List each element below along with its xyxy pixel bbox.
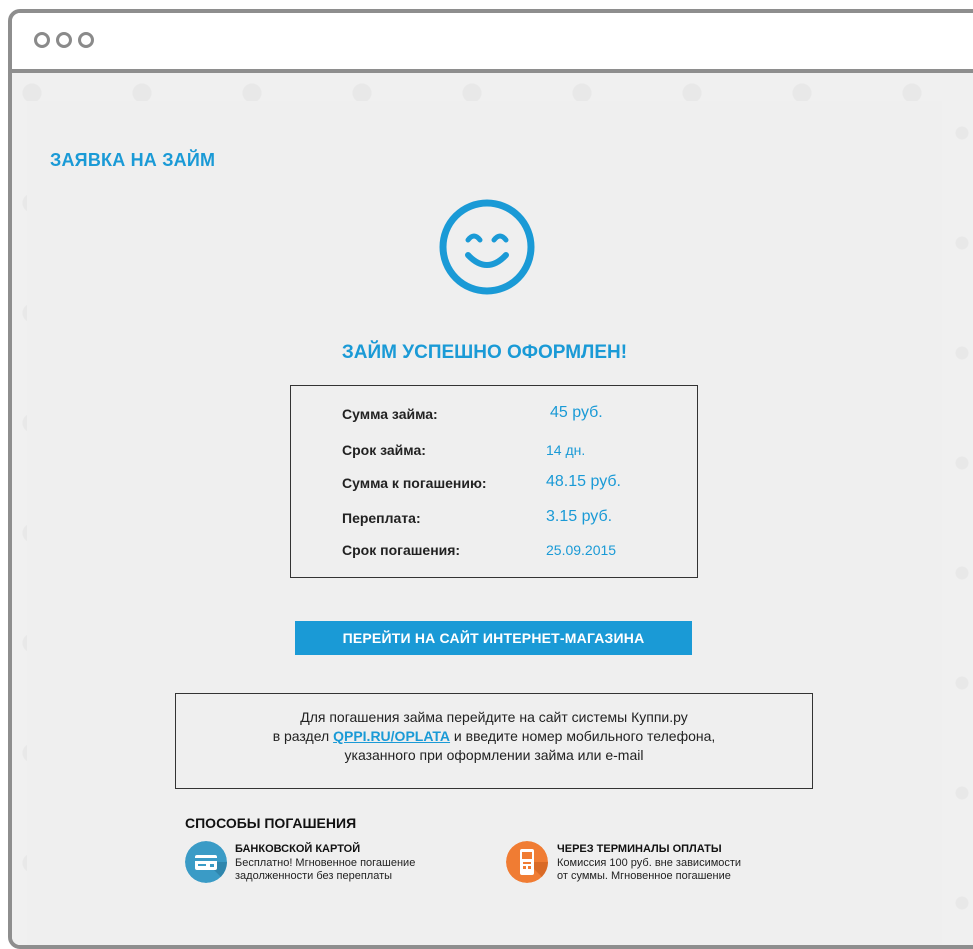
bank-card-icon bbox=[185, 841, 227, 883]
info-line: указанного при оформлении займа или e-ma… bbox=[344, 747, 644, 763]
summary-label: Сумма к погашению: bbox=[342, 475, 487, 491]
info-line: Для погашения займа перейдите на сайт си… bbox=[300, 709, 688, 725]
smiley-face-icon bbox=[439, 199, 535, 295]
info-text: в раздел bbox=[272, 728, 334, 744]
method-description: Бесплатно! Мгновенное погашение задолжен… bbox=[235, 857, 475, 883]
page-title: ЗАЯВКА НА ЗАЙМ bbox=[50, 150, 216, 170]
info-line: в раздел QPPI.RU/OPLATA и введите номер … bbox=[176, 727, 812, 746]
method-description: Комиссия 100 руб. вне зависимости от сум… bbox=[557, 857, 797, 883]
go-to-shop-button[interactable]: ПЕРЕЙТИ НА САЙТ ИНТЕРНЕТ-МАГАЗИНА bbox=[295, 621, 692, 655]
summary-value: 14 дн. bbox=[546, 442, 586, 458]
method-desc-line: от суммы. Мгновенное погашение bbox=[557, 870, 731, 882]
info-text: и введите номер мобильного телефона, bbox=[450, 728, 716, 744]
method-title: БАНКОВСКОЙ КАРТОЙ bbox=[235, 843, 361, 855]
method-desc-line: задолженности без переплаты bbox=[235, 870, 393, 882]
summary-label: Срок погашения: bbox=[342, 542, 461, 558]
window-control-dot[interactable] bbox=[34, 32, 50, 48]
loan-summary-box: Сумма займа: 45 руб. Срок займа: 14 дн. … bbox=[290, 385, 698, 578]
summary-value: 48.15 руб. bbox=[546, 473, 621, 490]
oplata-link[interactable]: QPPI.RU/OPLATA bbox=[333, 728, 450, 744]
method-desc-line: Комиссия 100 руб. вне зависимости bbox=[557, 857, 742, 869]
summary-value: 25.09.2015 bbox=[546, 542, 617, 558]
success-message: ЗАЙМ УСПЕШНО ОФОРМЛЕН! bbox=[341, 342, 628, 363]
summary-value: 3.15 руб. bbox=[546, 508, 613, 525]
summary-row: Сумма к погашению: 48.15 руб. bbox=[291, 473, 697, 499]
browser-titlebar bbox=[12, 13, 973, 73]
window-control-dot[interactable] bbox=[56, 32, 72, 48]
payment-methods-title: СПОСОБЫ ПОГАШЕНИЯ bbox=[185, 815, 357, 831]
summary-row: Сумма займа: 45 руб. bbox=[291, 404, 697, 430]
payment-terminal-icon bbox=[506, 841, 548, 883]
summary-label: Переплата: bbox=[342, 510, 421, 526]
method-title: ЧЕРЕЗ ТЕРМИНАЛЫ ОПЛАТЫ bbox=[557, 843, 722, 855]
window-control-dot[interactable] bbox=[78, 32, 94, 48]
summary-row: Срок погашения: 25.09.2015 bbox=[291, 542, 697, 566]
repayment-info-box: Для погашения займа перейдите на сайт си… bbox=[175, 693, 813, 789]
summary-label: Сумма займа: bbox=[342, 406, 438, 422]
summary-value: 45 руб. bbox=[550, 404, 603, 421]
summary-row: Срок займа: 14 дн. bbox=[291, 442, 697, 466]
summary-label: Срок займа: bbox=[342, 442, 426, 458]
summary-row: Переплата: 3.15 руб. bbox=[291, 508, 697, 534]
content-panel: ЗАЯВКА НА ЗАЙМ ЗАЙМ УСПЕШНО ОФОРМЛЕН! Су… bbox=[27, 101, 942, 945]
page-viewport: ЗАЯВКА НА ЗАЙМ ЗАЙМ УСПЕШНО ОФОРМЛЕН! Су… bbox=[12, 73, 973, 945]
method-desc-line: Бесплатно! Мгновенное погашение bbox=[235, 857, 416, 869]
browser-window: ЗАЯВКА НА ЗАЙМ ЗАЙМ УСПЕШНО ОФОРМЛЕН! Су… bbox=[8, 9, 973, 949]
